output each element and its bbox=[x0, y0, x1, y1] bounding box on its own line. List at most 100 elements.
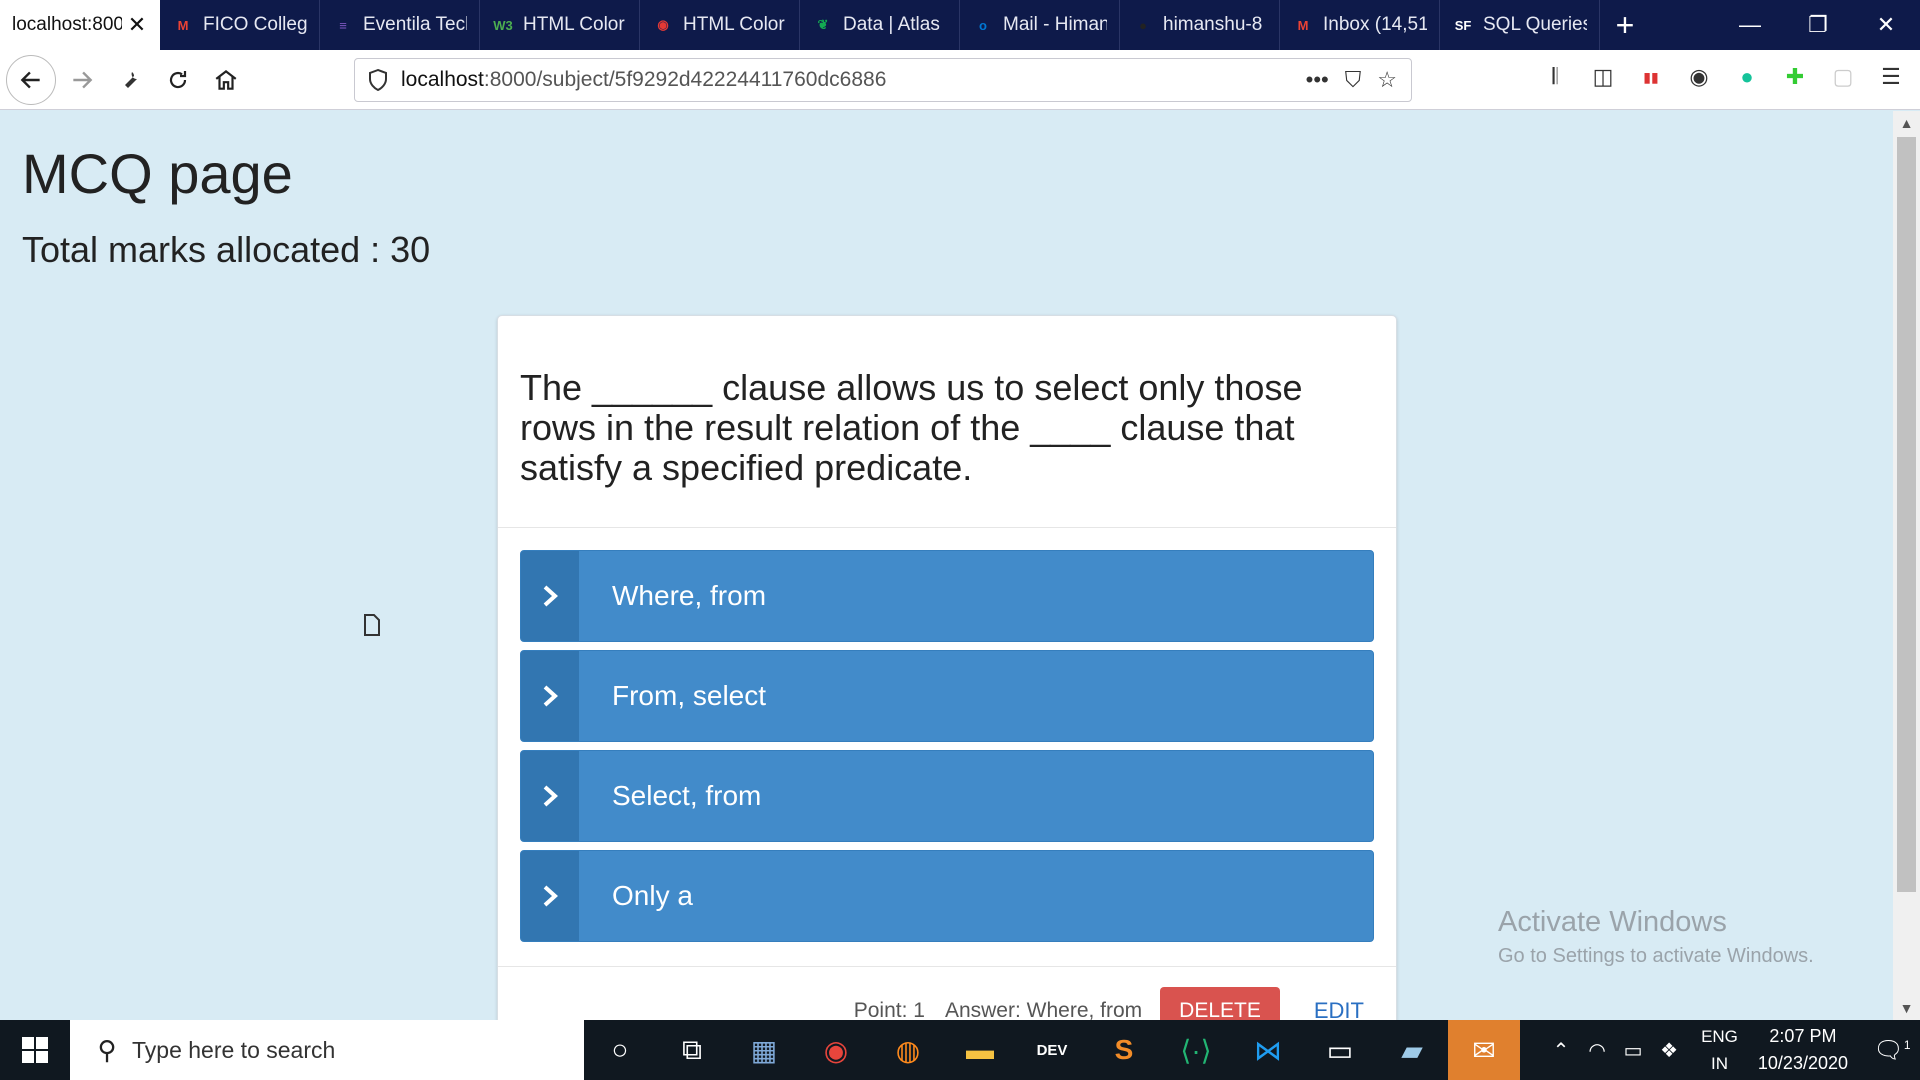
windows-taskbar: ⚲ Type here to search ○ ⧉ ▦ ◉ ◍ ▬ DEV S … bbox=[0, 1020, 1920, 1080]
extension-icon[interactable]: ▮▮ bbox=[1634, 60, 1668, 94]
answer-option[interactable]: Where, from bbox=[520, 550, 1374, 642]
sidebar-icon[interactable]: ◫ bbox=[1586, 60, 1620, 94]
clock[interactable]: 2:07 PM 10/23/2020 bbox=[1758, 1023, 1848, 1077]
arrow-right-icon bbox=[73, 71, 93, 88]
tab-favicon-icon: SF bbox=[1454, 17, 1472, 33]
watermark-title: Activate Windows bbox=[1498, 906, 1727, 938]
navigation-toolbar: localhost:8000/subject/5f9292d4222441176… bbox=[0, 50, 1920, 636]
browser-tab[interactable]: W3 HTML Color bbox=[480, 0, 640, 50]
clock-date: 10/23/2020 bbox=[1757, 1053, 1848, 1073]
option-label: From, select bbox=[612, 680, 767, 711]
browser-tab[interactable]: ● himanshu-8 bbox=[1120, 0, 1280, 50]
bookmark-star-icon[interactable]: ☆ bbox=[1377, 67, 1397, 93]
chrome-icon[interactable]: ◉ bbox=[800, 1020, 872, 1080]
url-bar[interactable]: localhost:8000/subject/5f9292d4222441176… bbox=[354, 58, 1412, 636]
browser-tab[interactable]: SF SQL Queries bbox=[1440, 0, 1600, 50]
hamburger-menu-icon[interactable]: ☰ bbox=[1874, 60, 1908, 94]
restore-icon[interactable]: ❐ bbox=[1784, 0, 1852, 50]
tab-title: Data | Atlas bbox=[843, 14, 940, 35]
answer-option[interactable]: Select, from bbox=[520, 750, 1374, 842]
browser-tab[interactable]: o Mail - Himan bbox=[960, 0, 1120, 50]
tab-title: Mail - Himan bbox=[1003, 14, 1107, 35]
scroll-up-icon[interactable]: ▲ bbox=[1893, 111, 1920, 135]
windows-logo-icon bbox=[22, 1037, 48, 1063]
edit-link[interactable]: EDIT bbox=[1314, 998, 1364, 1020]
devcpp-icon[interactable]: DEV bbox=[1016, 1020, 1088, 1080]
sublime-icon[interactable]: S bbox=[1088, 1020, 1160, 1080]
search-placeholder: Type here to search bbox=[132, 1036, 336, 1063]
chevron-up-icon[interactable]: ⌃ bbox=[1543, 1038, 1579, 1063]
tab-title: localhost:8000 bbox=[12, 14, 122, 35]
wrench-button[interactable] bbox=[108, 58, 152, 102]
question-text: The ______ clause allows us to select on… bbox=[498, 316, 1396, 528]
answer-option[interactable]: Only a bbox=[520, 850, 1374, 942]
add-extension-icon[interactable]: ✚ bbox=[1778, 60, 1812, 94]
file-explorer-icon[interactable]: ▬ bbox=[944, 1020, 1016, 1080]
vscode-icon[interactable]: ⋈ bbox=[1232, 1020, 1304, 1080]
new-tab-button[interactable]: + bbox=[1600, 0, 1650, 50]
scroll-thumb[interactable] bbox=[1897, 137, 1916, 892]
wrench-icon bbox=[125, 71, 137, 88]
tab-strip: localhost:8000✕MFICO College≡Eventila Te… bbox=[0, 0, 1920, 50]
back-button[interactable] bbox=[6, 54, 56, 105]
language-indicator[interactable]: ENG IN bbox=[1701, 1023, 1738, 1077]
close-tab-icon[interactable]: ✕ bbox=[126, 12, 148, 38]
page-scrollbar[interactable]: ▲ ▼ bbox=[1893, 111, 1920, 1020]
page-title: MCQ page bbox=[22, 142, 293, 205]
option-label: Where, from bbox=[612, 580, 767, 611]
dropbox-icon[interactable]: ❖ bbox=[1651, 1038, 1687, 1063]
answer-option[interactable]: From, select bbox=[520, 650, 1374, 742]
calculator-icon[interactable]: ▦ bbox=[728, 1020, 800, 1080]
browser-tab[interactable]: M Inbox (14,51 bbox=[1280, 0, 1440, 50]
notification-icon[interactable]: 🗨1 bbox=[1864, 1036, 1920, 1065]
watermark-subtitle: Go to Settings to activate Windows. bbox=[1498, 945, 1814, 967]
browser-tab[interactable]: M FICO College bbox=[160, 0, 320, 50]
url-host: localhost bbox=[401, 68, 484, 91]
minimize-icon[interactable]: — bbox=[1716, 0, 1784, 50]
tab-title: Eventila Tech bbox=[363, 14, 467, 35]
firefox-icon[interactable]: ◍ bbox=[872, 1020, 944, 1080]
home-icon bbox=[215, 69, 237, 90]
tab-favicon-icon: ≡ bbox=[339, 17, 347, 33]
account-icon[interactable]: ◉ bbox=[1682, 60, 1716, 94]
more-actions-icon[interactable]: ••• bbox=[1306, 67, 1329, 93]
taskbar-search[interactable]: ⚲ Type here to search bbox=[70, 1020, 584, 1080]
forward-button[interactable] bbox=[60, 58, 104, 102]
shield-icon[interactable] bbox=[361, 69, 395, 91]
option-list: Where, from From, select Select, from Only … bbox=[498, 528, 1396, 942]
home-button[interactable] bbox=[204, 58, 248, 102]
answer-label: Answer: Where, from bbox=[944, 999, 1143, 1020]
close-window-icon[interactable]: ✕ bbox=[1852, 0, 1920, 50]
extension-blank-icon[interactable]: ▢ bbox=[1826, 60, 1860, 94]
scroll-down-icon[interactable]: ▼ bbox=[1893, 996, 1920, 1020]
notification-count: 1 bbox=[1903, 1037, 1911, 1052]
cortana-icon[interactable]: ○ bbox=[584, 1020, 656, 1080]
chevron-right-icon bbox=[521, 851, 579, 941]
grammarly-icon[interactable]: ● bbox=[1730, 60, 1764, 94]
tab-favicon-icon: o bbox=[979, 17, 987, 33]
start-button[interactable] bbox=[0, 1020, 70, 1080]
browser-tab[interactable]: localhost:8000✕ bbox=[0, 0, 160, 50]
pocket-icon[interactable]: ⛉ bbox=[1345, 67, 1362, 93]
notepad-icon[interactable]: ▰ bbox=[1376, 1020, 1448, 1080]
language-code: ENG bbox=[1701, 1027, 1738, 1046]
reload-button[interactable] bbox=[156, 58, 200, 102]
tab-list: localhost:8000✕ M FICO College ≡ Eventila Te… bbox=[0, 0, 1600, 50]
option-label: Only a bbox=[612, 880, 693, 911]
wifi-icon[interactable]: ◠ bbox=[1579, 1038, 1615, 1063]
delete-button[interactable]: DELETE bbox=[1160, 987, 1280, 1020]
mail-app-icon[interactable]: ✉ bbox=[1448, 1020, 1520, 1080]
tab-title: Inbox (14,51 bbox=[1323, 14, 1427, 35]
browser-tab[interactable]: ≡ Eventila Tech bbox=[320, 0, 480, 50]
browser-tab[interactable]: ❦ Data | Atlas bbox=[800, 0, 960, 50]
battery-icon[interactable]: ▭ bbox=[1615, 1038, 1651, 1063]
code-app-icon[interactable]: ⟨·⟩ bbox=[1160, 1020, 1232, 1080]
task-view-icon[interactable]: ⧉ bbox=[656, 1020, 728, 1080]
browser-tab[interactable]: ◉ HTML Color bbox=[640, 0, 800, 50]
terminal-icon[interactable]: ▭ bbox=[1304, 1020, 1376, 1080]
library-icon[interactable]: 𝄃 bbox=[1538, 60, 1572, 94]
tab-title: FICO College bbox=[203, 14, 307, 35]
tab-favicon-icon: ◉ bbox=[657, 17, 669, 32]
tab-title: himanshu-8 bbox=[1163, 14, 1263, 35]
url-text[interactable]: localhost:8000/subject/5f9292d4222441176… bbox=[401, 68, 1306, 92]
